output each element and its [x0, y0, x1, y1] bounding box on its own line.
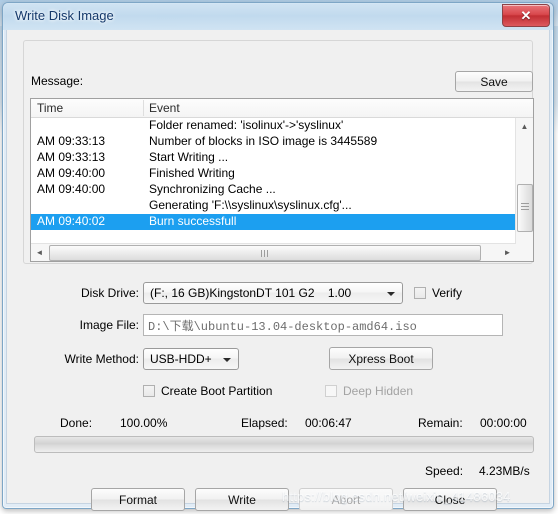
listview-horizontal-scrollbar[interactable]: ◄ ►	[31, 243, 516, 261]
abort-button: Abort	[299, 488, 393, 511]
vertical-scroll-thumb[interactable]	[517, 184, 533, 232]
write-method-combobox[interactable]: USB-HDD+	[143, 348, 239, 370]
row-time: AM 09:40:00	[37, 182, 106, 196]
message-label: Message:	[31, 74, 84, 88]
speed-label: Speed:	[425, 464, 464, 478]
checkbox-box	[325, 385, 337, 397]
message-listview[interactable]: Time Event Folder renamed: 'isolinux'->'…	[30, 98, 534, 262]
row-event: Generating 'F:\\syslinux\syslinux.cfg'..…	[149, 198, 352, 212]
chevron-down-icon	[387, 292, 395, 296]
elapsed-label: Elapsed:	[241, 416, 288, 430]
table-row[interactable]: Folder renamed: 'isolinux'->'syslinux'	[31, 118, 516, 134]
table-row-selected[interactable]: AM 09:40:02 Burn successfull	[31, 214, 516, 230]
xpress-boot-button[interactable]: Xpress Boot	[329, 347, 433, 370]
disk-drive-label: Disk Drive:	[80, 286, 139, 300]
table-row[interactable]: AM 09:33:13 Number of blocks in ISO imag…	[31, 134, 516, 150]
progress-bar	[34, 436, 534, 453]
listview-vertical-scrollbar[interactable]: ▲ ▼	[515, 118, 533, 261]
window-title: Write Disk Image	[15, 8, 114, 23]
image-file-input[interactable]	[143, 314, 503, 336]
speed-value: 4.23MB/s	[479, 464, 530, 478]
scroll-right-button[interactable]: ►	[499, 244, 516, 261]
chevron-left-icon: ◄	[35, 248, 44, 257]
row-event: Burn successfull	[149, 214, 237, 228]
row-event: Folder renamed: 'isolinux'->'syslinux'	[149, 118, 344, 132]
checkbox-box[interactable]	[414, 287, 426, 299]
chevron-down-icon	[223, 358, 231, 362]
table-row[interactable]: AM 09:40:00 Synchronizing Cache ...	[31, 182, 516, 198]
row-event: Number of blocks in ISO image is 3445589	[149, 134, 378, 148]
row-time: AM 09:40:00	[37, 166, 106, 180]
table-row[interactable]: AM 09:40:00 Finished Writing	[31, 166, 516, 182]
row-event: Start Writing ...	[149, 150, 229, 164]
scroll-left-button[interactable]: ◄	[31, 244, 48, 261]
verify-label: Verify	[432, 286, 463, 300]
done-value: 100.00%	[120, 416, 168, 430]
save-button[interactable]: Save	[455, 71, 533, 92]
disk-drive-combobox[interactable]: (F:, 16 GB)KingstonDT 101 G2 1.00	[143, 282, 403, 304]
column-header-time[interactable]: Time	[37, 101, 63, 115]
image-file-label: Image File:	[79, 318, 139, 332]
disk-drive-value: (F:, 16 GB)KingstonDT 101 G2 1.00	[150, 286, 352, 300]
write-button[interactable]: Write	[195, 488, 289, 511]
remain-label: Remain:	[418, 416, 463, 430]
listview-header: Time Event	[31, 99, 533, 118]
write-method-value: USB-HDD+	[150, 352, 212, 366]
chevron-up-icon: ▲	[520, 122, 529, 131]
column-divider	[143, 100, 144, 116]
horizontal-scroll-thumb[interactable]	[49, 245, 481, 261]
write-method-label: Write Method:	[64, 352, 139, 366]
row-event: Finished Writing	[149, 166, 235, 180]
listview-rows: Folder renamed: 'isolinux'->'syslinux' A…	[31, 118, 516, 246]
create-boot-partition-label: Create Boot Partition	[161, 384, 273, 398]
row-time: AM 09:33:13	[37, 150, 106, 164]
row-time: AM 09:40:02	[37, 214, 106, 228]
write-disk-image-dialog: Write Disk Image ✕ Message: Save Time Ev…	[2, 2, 554, 511]
row-event: Synchronizing Cache ...	[149, 182, 276, 196]
elapsed-value: 00:06:47	[305, 416, 352, 430]
deep-hidden-label: Deep Hidden	[343, 384, 414, 398]
table-row[interactable]: Generating 'F:\\syslinux\syslinux.cfg'..…	[31, 198, 516, 214]
table-row[interactable]: AM 09:33:13 Start Writing ...	[31, 150, 516, 166]
done-label: Done:	[60, 416, 93, 430]
close-icon: ✕	[520, 8, 532, 23]
remain-value: 00:00:00	[480, 416, 527, 430]
format-button[interactable]: Format	[91, 488, 185, 511]
dialog-client-area: Message: Save Time Event Folder renamed:…	[6, 30, 550, 511]
grip-icon	[261, 250, 269, 257]
scroll-up-button[interactable]: ▲	[516, 118, 533, 135]
column-header-event[interactable]: Event	[149, 101, 180, 115]
scrollbar-corner	[516, 244, 533, 261]
chevron-right-icon: ►	[503, 248, 512, 257]
title-bar: Write Disk Image ✕	[3, 3, 553, 30]
row-time: AM 09:33:13	[37, 134, 106, 148]
close-window-button[interactable]: ✕	[502, 4, 550, 27]
grip-icon	[521, 203, 529, 210]
checkbox-box[interactable]	[143, 385, 155, 397]
close-button[interactable]: Close	[403, 488, 497, 511]
